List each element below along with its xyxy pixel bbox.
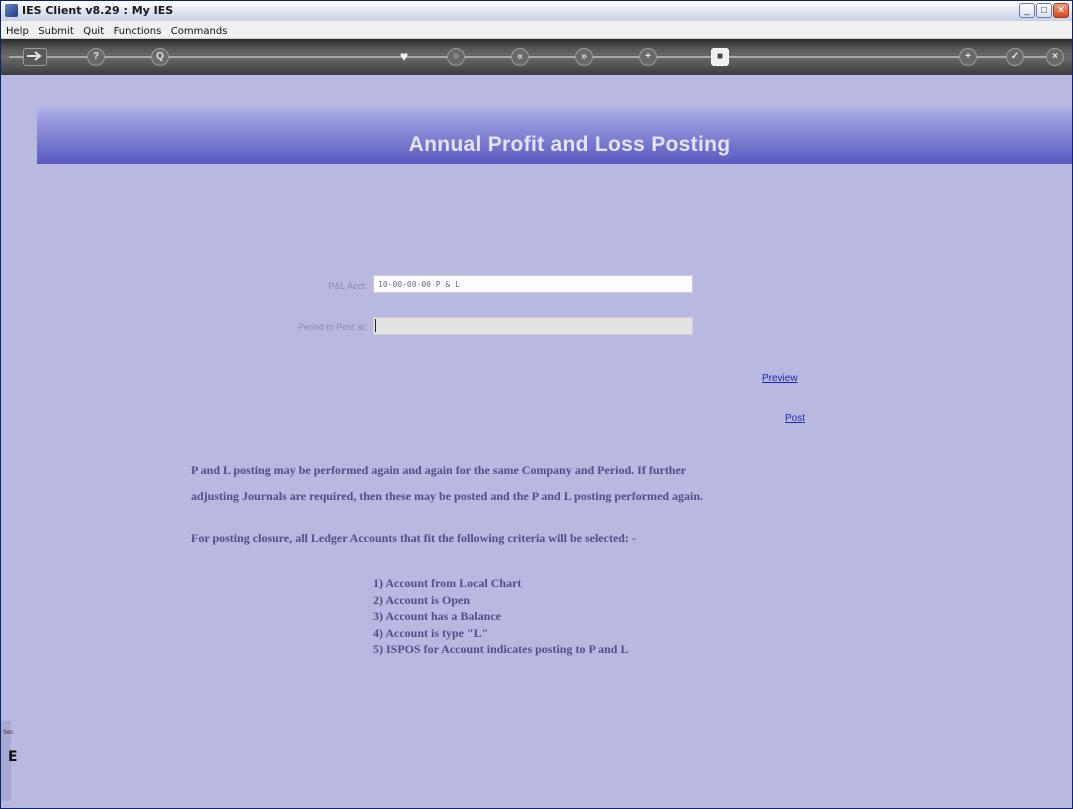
note-line-3: For posting closure, all Ledger Accounts…	[191, 531, 636, 545]
options-icon[interactable]: +	[639, 48, 657, 66]
criteria-list: 1) Account from Local Chart 2) Account i…	[373, 575, 628, 658]
previous-icon[interactable]: «	[511, 48, 529, 66]
favorite-heart-icon[interactable]: ♥	[396, 48, 412, 64]
criteria-item: 2) Account is Open	[373, 592, 471, 607]
bookmark-icon[interactable]: ■	[711, 48, 729, 66]
post-link[interactable]: Post	[785, 413, 805, 424]
help-icon[interactable]: ?	[87, 48, 105, 66]
exit-arrow-icon[interactable]	[23, 48, 47, 66]
close-window-button[interactable]: ✕	[1053, 3, 1069, 18]
app-icon	[5, 4, 18, 17]
menu-commands[interactable]: Commands	[171, 23, 228, 40]
menu-quit[interactable]: Quit	[83, 23, 104, 40]
menu-submit[interactable]: Submit	[38, 23, 73, 40]
page-banner: Annual Profit and Loss Posting	[37, 107, 1072, 164]
close-icon[interactable]: ×	[1046, 48, 1064, 66]
toolbar: ? Q ♥ ○ « » + ■ + ✓ ×	[1, 39, 1072, 75]
menu-functions[interactable]: Functions	[114, 23, 162, 40]
pl-account-label: P&L Acct:	[328, 281, 367, 291]
side-mini-label: Sec	[3, 730, 14, 736]
pl-account-input[interactable]: 10-00-00-00 P & L	[373, 275, 693, 293]
search-icon[interactable]: Q	[151, 48, 169, 66]
maximize-button[interactable]: □	[1036, 3, 1052, 18]
window-title: IES Client v8.29 : My IES	[22, 4, 174, 17]
title-bar[interactable]: IES Client v8.29 : My IES _ □ ✕	[1, 1, 1072, 22]
next-icon[interactable]: »	[575, 48, 593, 66]
criteria-item: 3) Account has a Balance	[373, 609, 502, 623]
page-title: Annual Profit and Loss Posting	[408, 133, 731, 156]
refresh-icon[interactable]: ○	[447, 48, 465, 66]
preview-link[interactable]: Preview	[762, 373, 798, 384]
menu-bar: Help Submit Quit Functions Commands	[1, 21, 1072, 39]
app-window: IES Client v8.29 : My IES _ □ ✕ Help Sub…	[0, 0, 1073, 809]
note-line-2: adjusting Journals are required, then th…	[191, 489, 704, 503]
period-label: Period to Post at:	[297, 322, 367, 332]
text-cursor	[375, 319, 376, 332]
criteria-item: 5) ISPOS for Account indicates posting t…	[373, 642, 629, 656]
menu-help[interactable]: Help	[6, 23, 29, 40]
criteria-item: 4) Account is type "L"	[373, 625, 489, 640]
side-letter[interactable]: E	[8, 749, 18, 765]
period-input[interactable]	[373, 317, 693, 335]
minimize-button[interactable]: _	[1019, 3, 1035, 18]
criteria-item: 1) Account from Local Chart	[373, 576, 522, 590]
new-icon[interactable]: +	[959, 48, 977, 66]
note-line-1: P and L posting may be performed again a…	[191, 463, 687, 477]
confirm-icon[interactable]: ✓	[1006, 48, 1024, 66]
